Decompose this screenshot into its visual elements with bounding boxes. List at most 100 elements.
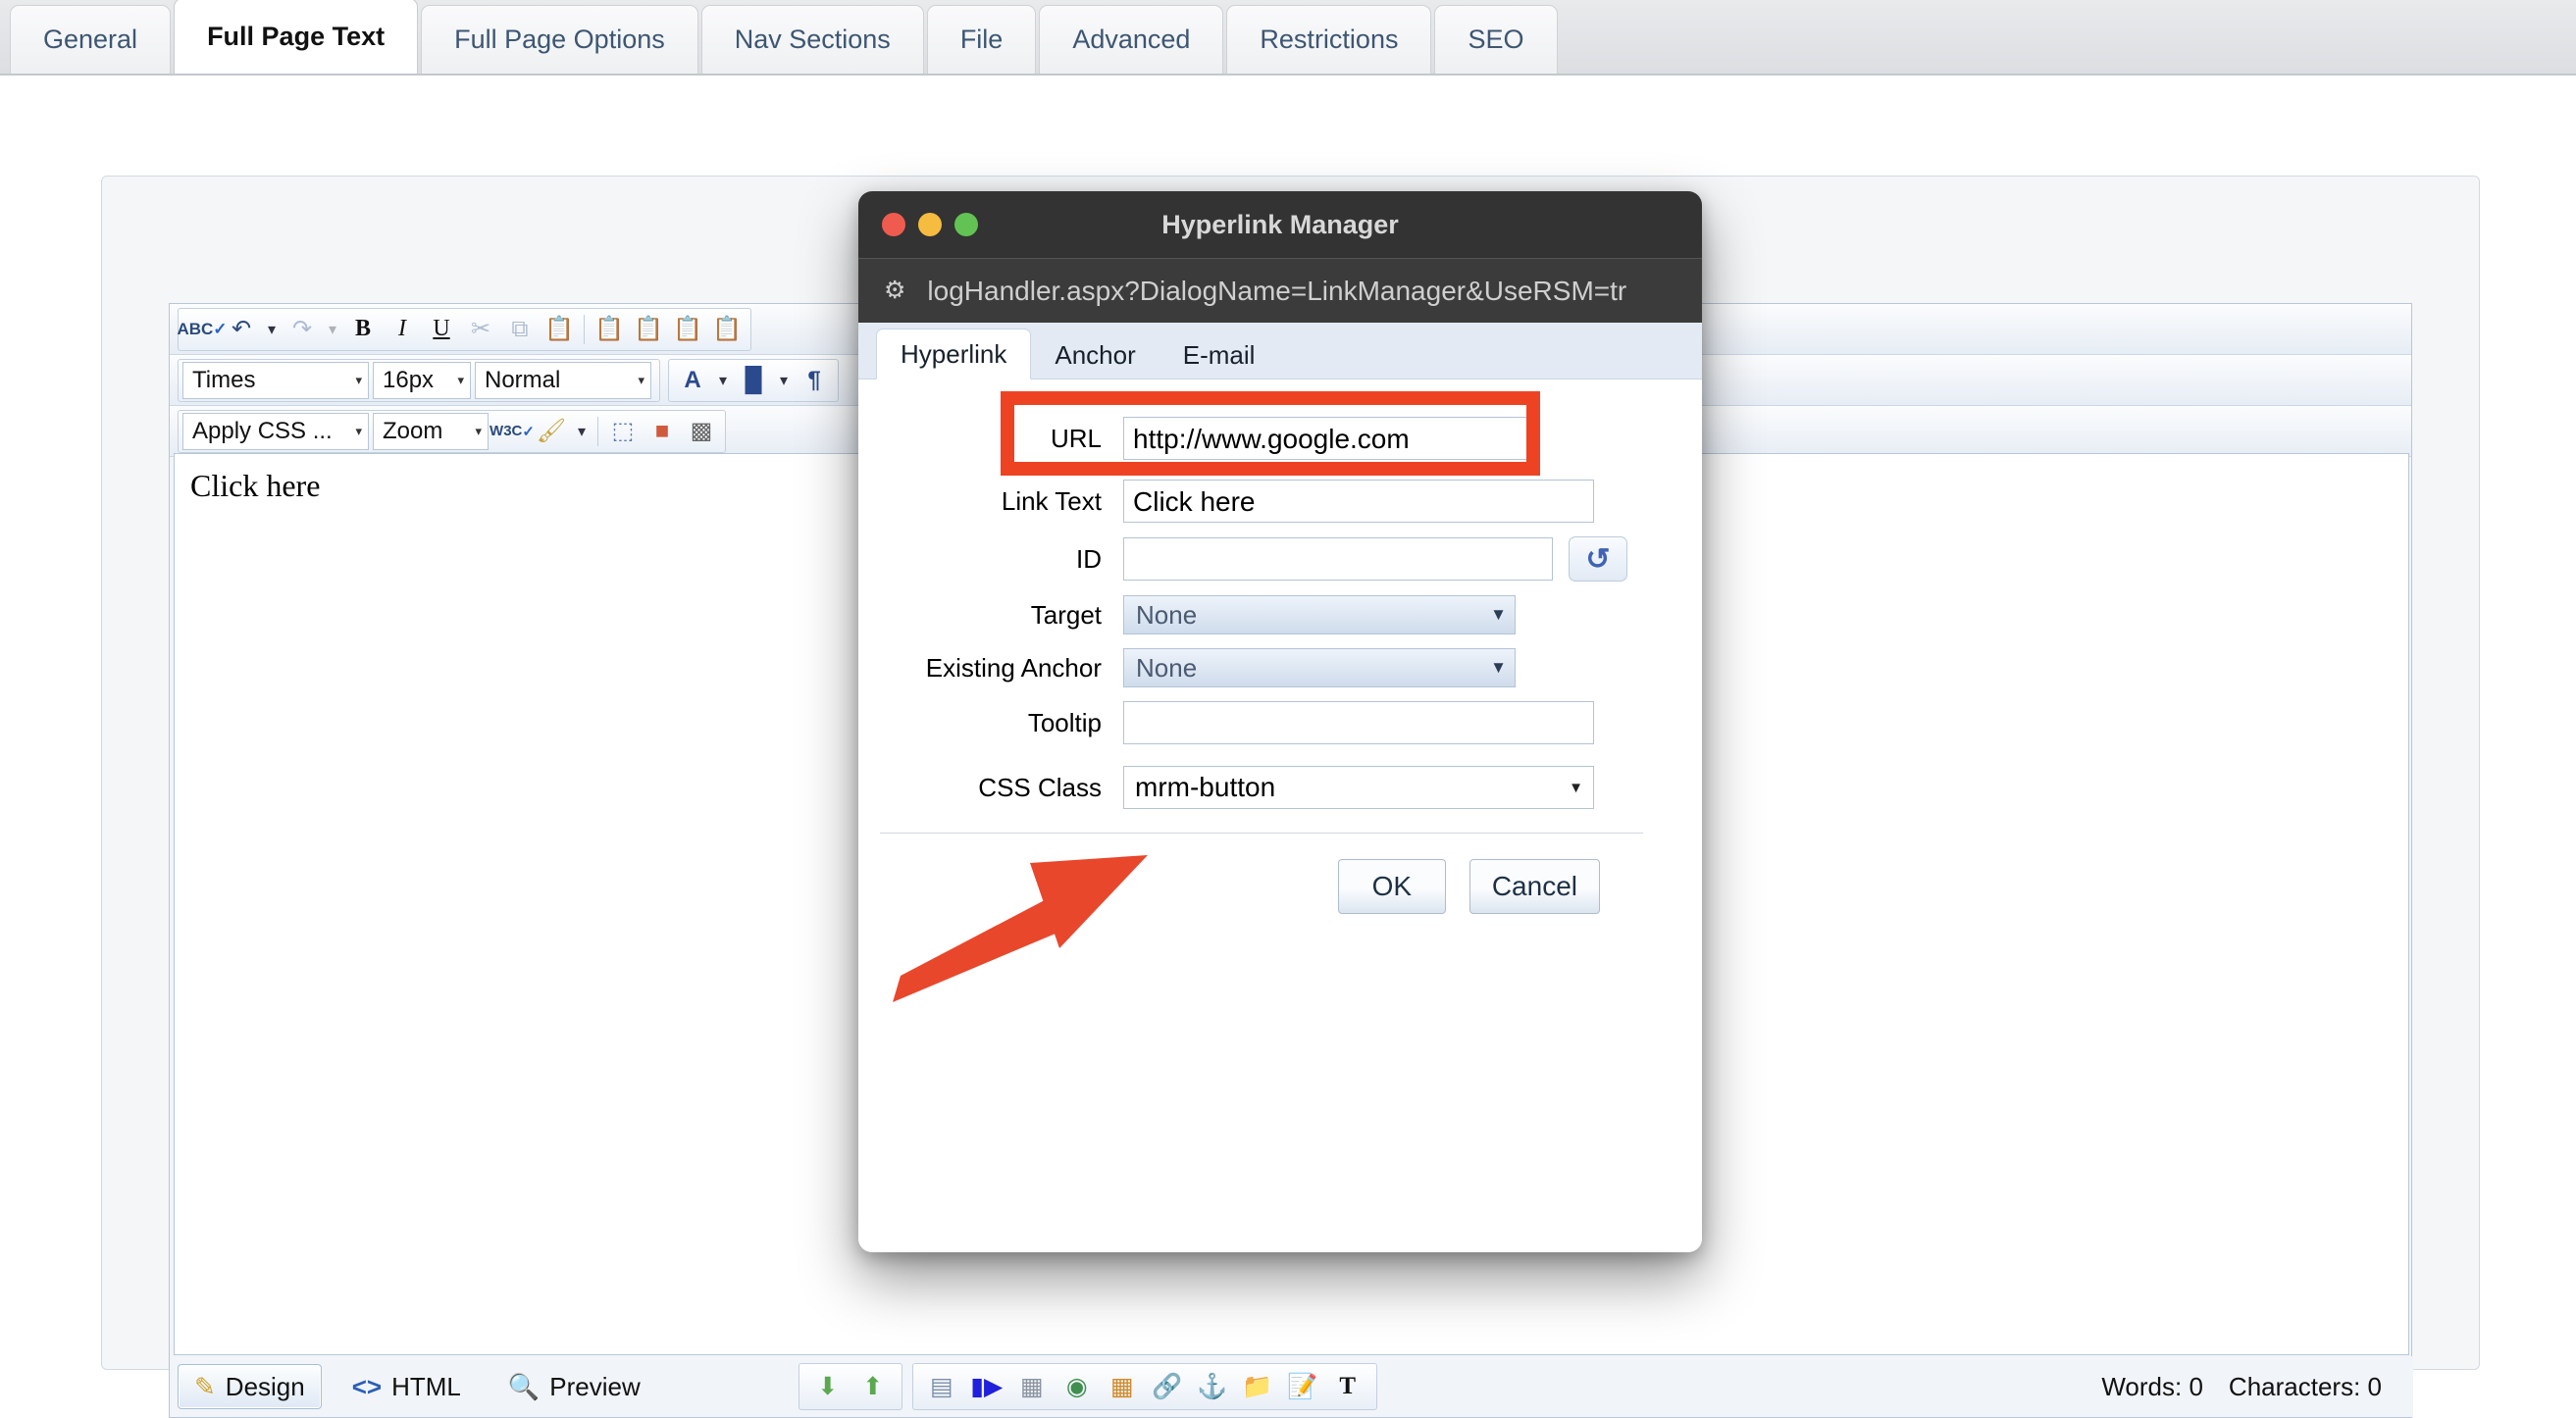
mode-label: HTML bbox=[391, 1371, 461, 1401]
tab-full-page-text[interactable]: Full Page Text bbox=[174, 0, 419, 74]
flash-manager-icon[interactable]: ▦ bbox=[1100, 1366, 1145, 1407]
url-input[interactable]: http://www.google.com bbox=[1123, 417, 1535, 460]
underline-icon[interactable]: U bbox=[422, 311, 461, 348]
mode-preview-button[interactable]: 🔍 Preview bbox=[491, 1364, 657, 1409]
document-manager-icon[interactable]: ◉ bbox=[1055, 1366, 1100, 1407]
hyperlink-manager-dialog: Hyperlink Manager ⚙ logHandler.aspx?Dial… bbox=[858, 191, 1702, 1252]
insert-video-icon[interactable]: ▮▶ bbox=[964, 1366, 1009, 1407]
tab-label: Full Page Text bbox=[207, 21, 386, 51]
paste-from-word-strip-icon[interactable]: 📋 bbox=[629, 311, 668, 348]
cancel-button[interactable]: Cancel bbox=[1468, 859, 1600, 914]
character-count: Characters: 0 bbox=[2228, 1371, 2382, 1401]
dialog-title: Hyperlink Manager bbox=[1161, 209, 1399, 239]
toolbar-group-format: Times ▾ 16px ▾ Normal ▾ bbox=[178, 358, 660, 402]
dialog-tab-email[interactable]: E-mail bbox=[1159, 331, 1279, 379]
dialog-tab-anchor[interactable]: Anchor bbox=[1031, 331, 1159, 379]
module-manager-icon[interactable]: ⬚ bbox=[603, 413, 643, 450]
css-class-label: CSS Class bbox=[978, 772, 1102, 802]
mode-design-button[interactable]: ✎ Design bbox=[178, 1364, 322, 1409]
link-manager-icon[interactable]: 🔗 bbox=[1145, 1366, 1190, 1407]
paragraph-style-value: Normal bbox=[485, 366, 561, 393]
insert-table-icon[interactable]: ▤ bbox=[919, 1366, 964, 1407]
mode-html-button[interactable]: <> HTML bbox=[335, 1364, 478, 1409]
toolbar-separator bbox=[584, 314, 585, 344]
template-icon[interactable]: ■ bbox=[643, 413, 682, 450]
redo-icon[interactable]: ↷ bbox=[283, 311, 322, 348]
link-text-label: Link Text bbox=[1001, 485, 1102, 516]
tab-restrictions[interactable]: Restrictions bbox=[1226, 5, 1432, 74]
dialog-action-buttons: OK Cancel bbox=[858, 834, 1702, 914]
bold-icon[interactable]: B bbox=[343, 311, 383, 348]
paste-icon[interactable]: 📋 bbox=[540, 311, 579, 348]
editor-counters: Words: 0 Characters: 0 bbox=[2101, 1372, 2405, 1402]
hyperlink-form: URL http://www.google.com Link Text Clic… bbox=[858, 380, 1702, 914]
tooltip-input[interactable] bbox=[1123, 701, 1594, 744]
italic-icon[interactable]: I bbox=[383, 311, 422, 348]
tooltip-label: Tooltip bbox=[1027, 707, 1102, 737]
move-up-icon[interactable]: ⬆ bbox=[850, 1366, 896, 1407]
editor-bottom-bar: ✎ Design <> HTML 🔍 Preview ⬇ ⬆ ▤ ▮▶ ▦ ◉ … bbox=[170, 1356, 2413, 1417]
undo-dropdown-icon[interactable]: ▾ bbox=[261, 311, 283, 348]
tab-label: Restrictions bbox=[1260, 25, 1399, 54]
zoom-select[interactable]: Zoom ▾ bbox=[373, 412, 489, 450]
dialog-body: Hyperlink Anchor E-mail URL http://www.g… bbox=[858, 323, 1702, 1252]
form-row-target: Target None ▼ bbox=[858, 595, 1702, 634]
target-value: None bbox=[1136, 599, 1198, 630]
main-tab-bar: General Full Page Text Full Page Options… bbox=[0, 0, 2576, 76]
tab-file[interactable]: File bbox=[926, 5, 1037, 74]
zoom-value: Zoom bbox=[383, 417, 443, 444]
toolbar-separator bbox=[597, 416, 598, 446]
tab-nav-sections[interactable]: Nav Sections bbox=[700, 5, 924, 74]
tab-seo[interactable]: SEO bbox=[1434, 5, 1558, 74]
form-row-css-class: CSS Class mrm-button ▼ bbox=[858, 766, 1702, 809]
existing-anchor-select[interactable]: None ▼ bbox=[1123, 648, 1516, 687]
edit-document-icon[interactable]: 📝 bbox=[1280, 1366, 1325, 1407]
format-text-icon[interactable]: T bbox=[1325, 1366, 1370, 1407]
css-class-value: mrm-button bbox=[1135, 772, 1276, 802]
media-folder-icon[interactable]: 📁 bbox=[1235, 1366, 1280, 1407]
dialog-url-bar[interactable]: ⚙ logHandler.aspx?DialogName=LinkManager… bbox=[858, 258, 1702, 323]
image-manager-icon[interactable]: ▦ bbox=[1009, 1366, 1055, 1407]
ajax-spellcheck-icon[interactable]: ▩ bbox=[682, 413, 721, 450]
chevron-down-icon[interactable]: ▾ bbox=[712, 362, 734, 399]
dialog-tab-hyperlink[interactable]: Hyperlink bbox=[876, 329, 1032, 380]
copy-icon[interactable]: ⧉ bbox=[500, 311, 540, 348]
tab-advanced[interactable]: Advanced bbox=[1039, 5, 1224, 74]
link-text-input[interactable]: Click here bbox=[1123, 480, 1594, 523]
ok-button[interactable]: OK bbox=[1337, 859, 1446, 914]
spellcheck-icon[interactable]: ABC ✓ bbox=[177, 311, 227, 348]
chevron-down-icon: ▼ bbox=[1490, 605, 1507, 624]
tab-full-page-options[interactable]: Full Page Options bbox=[421, 5, 698, 74]
toolbar-group-edit: ABC ✓ ↶ ▾ ↷ ▾ B I U ✂ ⧉ 📋 📋 📋 📋 📋 bbox=[177, 307, 751, 351]
id-input[interactable] bbox=[1123, 537, 1553, 581]
apply-css-class-select[interactable]: Apply CSS ... ▾ bbox=[182, 412, 369, 450]
css-class-select[interactable]: mrm-button ▼ bbox=[1123, 766, 1594, 809]
tab-general[interactable]: General bbox=[10, 5, 172, 74]
toolbar-group-color: A ▾ █ ▾ ¶ bbox=[668, 358, 839, 402]
paste-from-word-icon[interactable]: 📋 bbox=[590, 311, 629, 348]
id-refresh-icon[interactable]: ↺ bbox=[1569, 536, 1627, 582]
font-name-select[interactable]: Times ▾ bbox=[182, 361, 369, 399]
paste-plain-text-icon[interactable]: 📋 bbox=[668, 311, 707, 348]
w3c-validate-icon[interactable]: W3C ✓ bbox=[489, 413, 535, 450]
dialog-title-bar[interactable]: Hyperlink Manager bbox=[858, 191, 1702, 258]
target-select[interactable]: None ▼ bbox=[1123, 595, 1516, 634]
chevron-down-icon: ▼ bbox=[1569, 779, 1583, 796]
chevron-down-icon[interactable]: ▾ bbox=[571, 413, 592, 450]
paste-as-html-icon[interactable]: 📋 bbox=[707, 311, 747, 348]
foreground-color-icon[interactable]: A bbox=[673, 362, 712, 399]
undo-icon[interactable]: ↶ bbox=[222, 311, 261, 348]
paragraph-style-select[interactable]: Normal ▾ bbox=[475, 361, 651, 399]
anchor-icon[interactable]: ⚓ bbox=[1190, 1366, 1235, 1407]
background-color-icon[interactable]: █ bbox=[734, 362, 773, 399]
chevron-down-icon: ▾ bbox=[475, 423, 482, 438]
font-size-select[interactable]: 16px ▾ bbox=[373, 361, 471, 399]
cut-icon[interactable]: ✂ bbox=[461, 311, 500, 348]
url-label: URL bbox=[1050, 423, 1102, 453]
chevron-down-icon: ▾ bbox=[355, 423, 362, 438]
format-paragraph-icon[interactable]: ¶ bbox=[795, 362, 834, 399]
redo-dropdown-icon[interactable]: ▾ bbox=[322, 311, 343, 348]
chevron-down-icon[interactable]: ▾ bbox=[773, 362, 795, 399]
move-down-icon[interactable]: ⬇ bbox=[805, 1366, 850, 1407]
format-stripper-icon[interactable]: 🖌 bbox=[532, 413, 571, 450]
